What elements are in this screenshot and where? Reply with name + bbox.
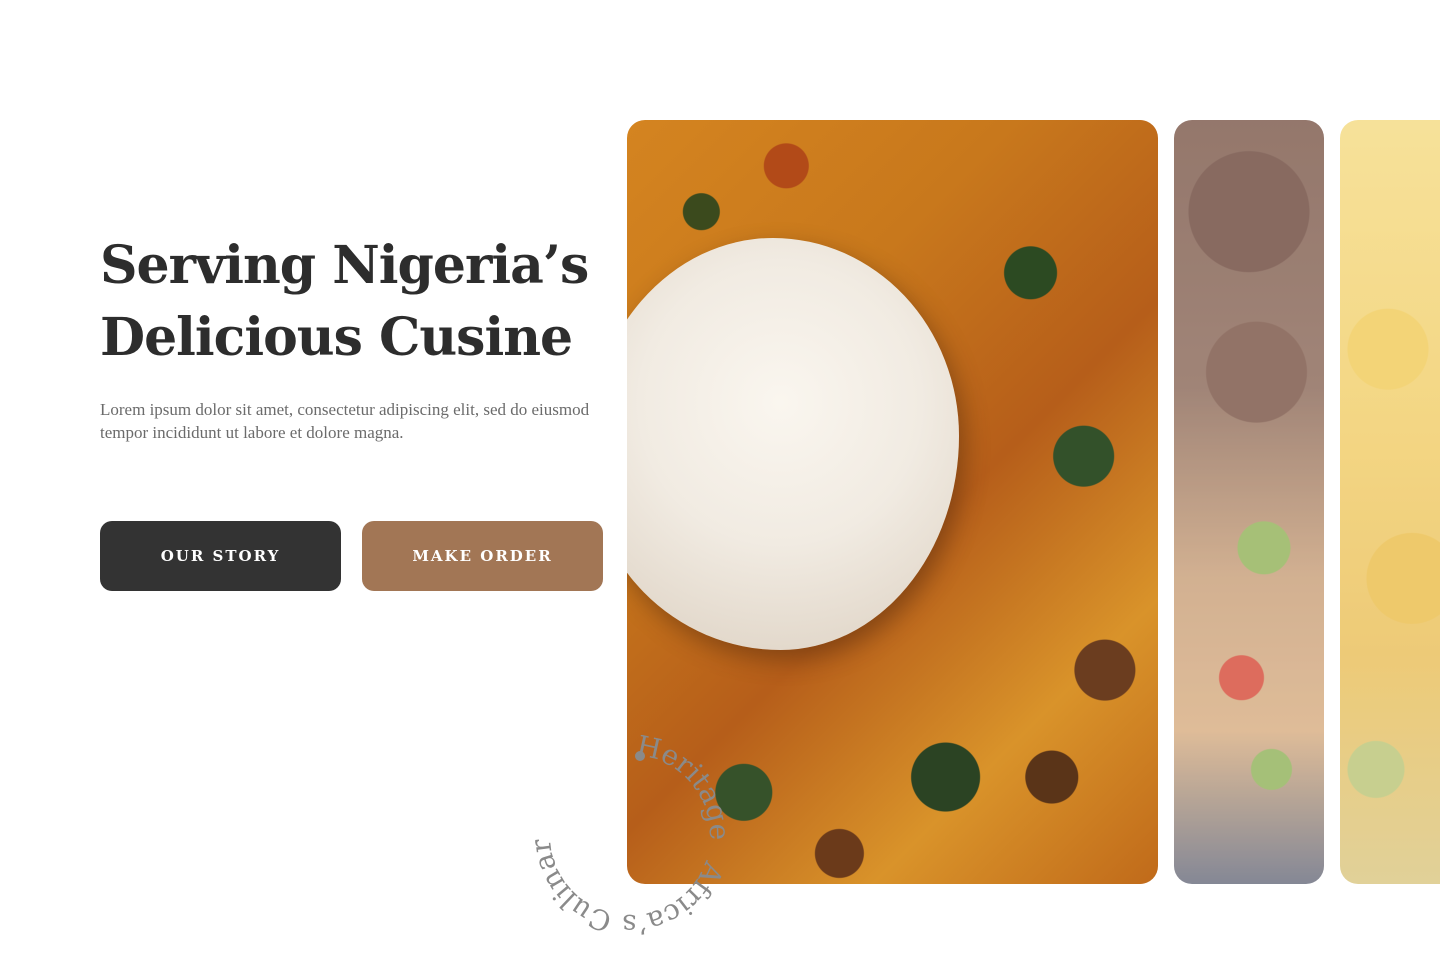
make-order-button[interactable]: MAKE ORDER bbox=[362, 521, 603, 591]
hero-description: Lorem ipsum dolor sit amet, consectetur … bbox=[100, 400, 590, 442]
heritage-circular-badge: Heritage Africa’s Culinary bbox=[530, 735, 730, 935]
badge-text-left: Heritage bbox=[634, 735, 730, 841]
gallery-image-jollof-rice[interactable] bbox=[1174, 120, 1324, 884]
badge-text: Heritage bbox=[634, 735, 730, 841]
our-story-button[interactable]: OUR STORY bbox=[100, 521, 341, 591]
hero-title: Serving Nigeria’s Delicious Cusine bbox=[100, 230, 589, 374]
hero-title-line-2: Delicious Cusine bbox=[100, 307, 573, 368]
landing-page: Serving Nigeria’s Delicious Cusine Lorem… bbox=[0, 0, 1440, 960]
gallery-image-soup[interactable] bbox=[1340, 120, 1440, 884]
hero-title-line-1: Serving Nigeria’s bbox=[100, 235, 589, 296]
badge-separator-dot bbox=[635, 751, 645, 761]
pounded-yam-shape bbox=[627, 238, 959, 650]
